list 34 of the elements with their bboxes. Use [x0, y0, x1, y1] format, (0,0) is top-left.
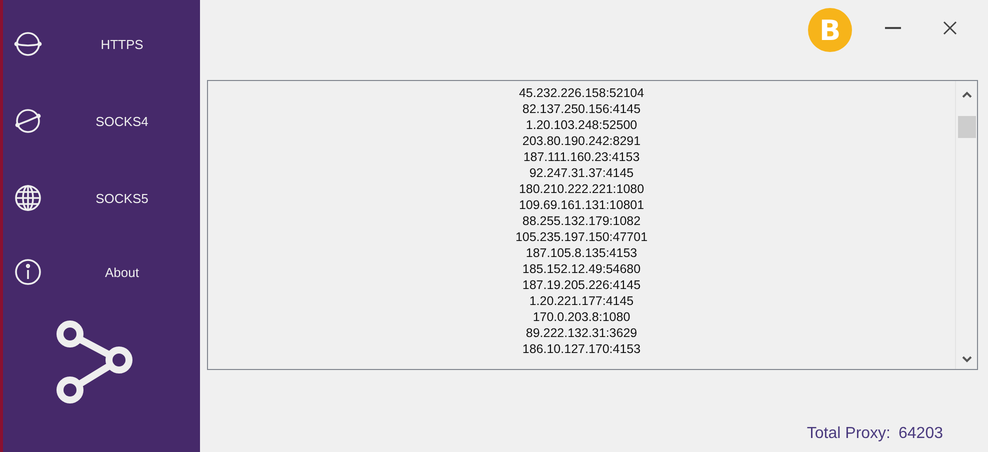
- proxy-entry[interactable]: 187.105.8.135:4153: [526, 245, 638, 261]
- close-icon: [942, 20, 958, 36]
- proxy-entry[interactable]: 92.247.31.37:4145: [529, 165, 634, 181]
- proxy-entry[interactable]: 89.222.132.31:3629: [526, 325, 638, 341]
- sidebar-item[interactable]: SOCKS5: [77, 190, 167, 206]
- proxy-entry[interactable]: 187.111.160.23:4153: [523, 149, 640, 165]
- proxy-entry[interactable]: 1.20.103.248:52500: [526, 117, 638, 133]
- info-icon: [13, 257, 43, 287]
- sidebar-item[interactable]: SOCKS4: [77, 114, 167, 128]
- proxy-entry[interactable]: 1.20.221.177:4145: [529, 293, 634, 309]
- minimize-icon: [884, 27, 902, 29]
- proxy-entry[interactable]: 203.80.190.242:8291: [522, 133, 641, 149]
- proxy-entry[interactable]: 105.235.197.150:47701: [515, 229, 648, 245]
- proxy-entry[interactable]: 185.152.12.49:54680: [522, 261, 641, 277]
- proxy-entry[interactable]: 88.255.132.179:1082: [522, 213, 641, 229]
- scrollbar[interactable]: [955, 81, 977, 369]
- planet-icon: [13, 106, 43, 136]
- proxy-entry[interactable]: 187.19.205.226:4145: [522, 277, 641, 293]
- proxy-entry[interactable]: 186.10.127.170:4153: [522, 341, 641, 357]
- planet-icon: [13, 29, 43, 59]
- total-proxy-count: 64203: [898, 425, 943, 443]
- proxy-entry[interactable]: 45.232.226.158:52104: [518, 85, 644, 101]
- scrollbar-thumb[interactable]: [958, 116, 976, 138]
- sidebar-item[interactable]: HTTPS: [77, 36, 167, 52]
- proxy-entry[interactable]: 82.137.250.156:4145: [522, 101, 641, 117]
- proxy-entry[interactable]: 170.0.203.8:1080: [532, 309, 630, 325]
- scroll-down-icon[interactable]: [962, 356, 972, 363]
- proxy-entry[interactable]: 180.210.222.221:1080: [518, 181, 644, 197]
- proxy-listbox[interactable]: [207, 80, 978, 370]
- proxy-entry[interactable]: 109.69.161.131:10801: [518, 197, 644, 213]
- globe-icon: [13, 183, 43, 213]
- scroll-up-icon[interactable]: [962, 91, 972, 98]
- sidebar-item[interactable]: About: [77, 264, 167, 280]
- total-proxy-label: Total Proxy:: [806, 425, 890, 443]
